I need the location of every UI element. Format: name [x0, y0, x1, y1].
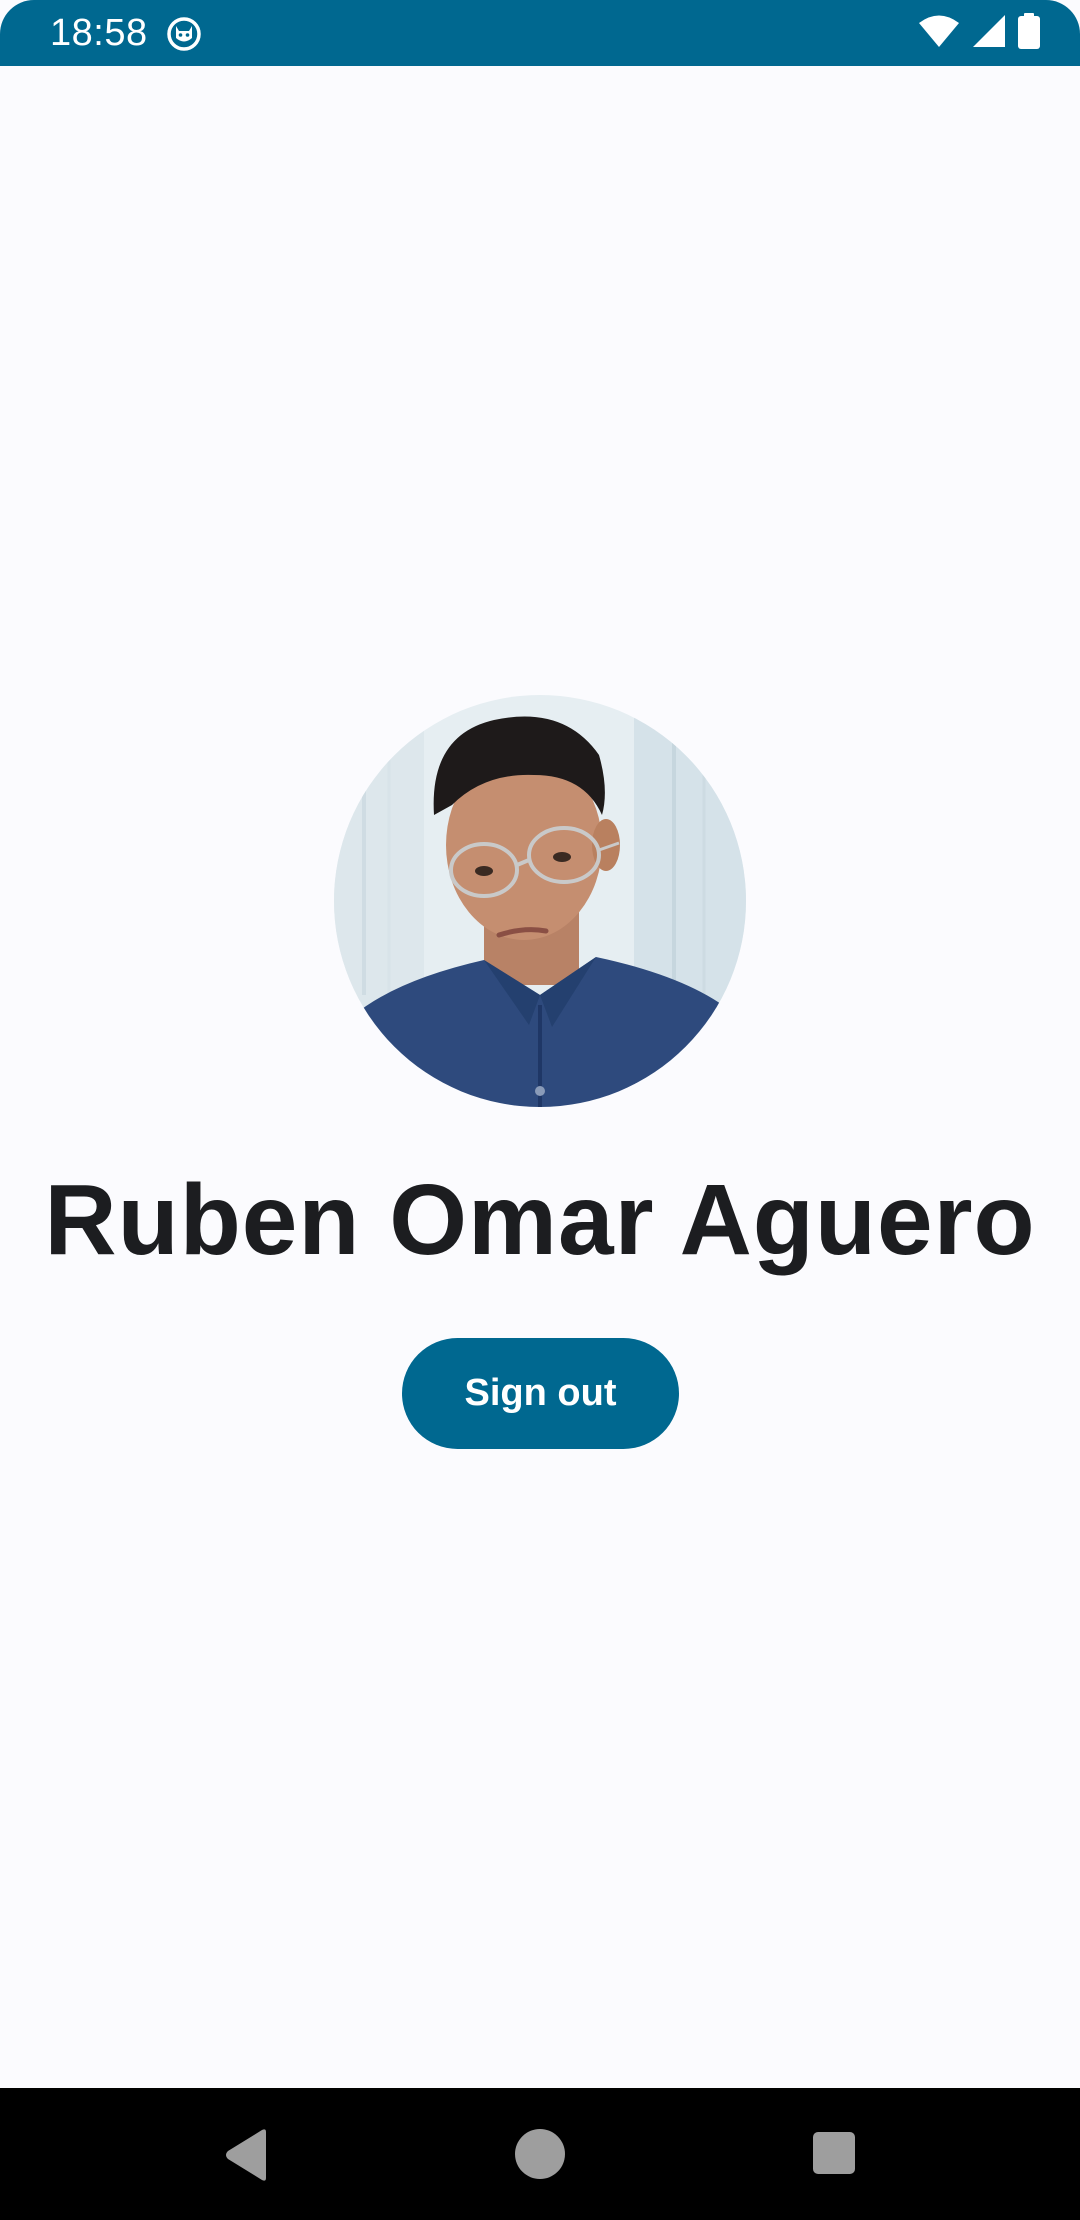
avatar	[334, 695, 746, 1107]
wifi-icon	[918, 14, 960, 53]
sign-out-button[interactable]: Sign out	[402, 1338, 679, 1449]
cellular-signal-icon	[972, 14, 1006, 53]
navigation-bar	[0, 2088, 1080, 2220]
cat-face-icon	[166, 16, 202, 52]
status-time: 18:58	[50, 12, 148, 54]
recents-icon[interactable]	[813, 2132, 855, 2174]
status-bar: 18:58	[0, 0, 1080, 66]
back-icon[interactable]	[222, 2128, 270, 2182]
home-icon[interactable]	[515, 2129, 565, 2179]
status-icons	[918, 12, 1040, 54]
battery-icon	[1018, 12, 1040, 54]
profile-name: Ruben Omar Aguero	[44, 1164, 1036, 1276]
